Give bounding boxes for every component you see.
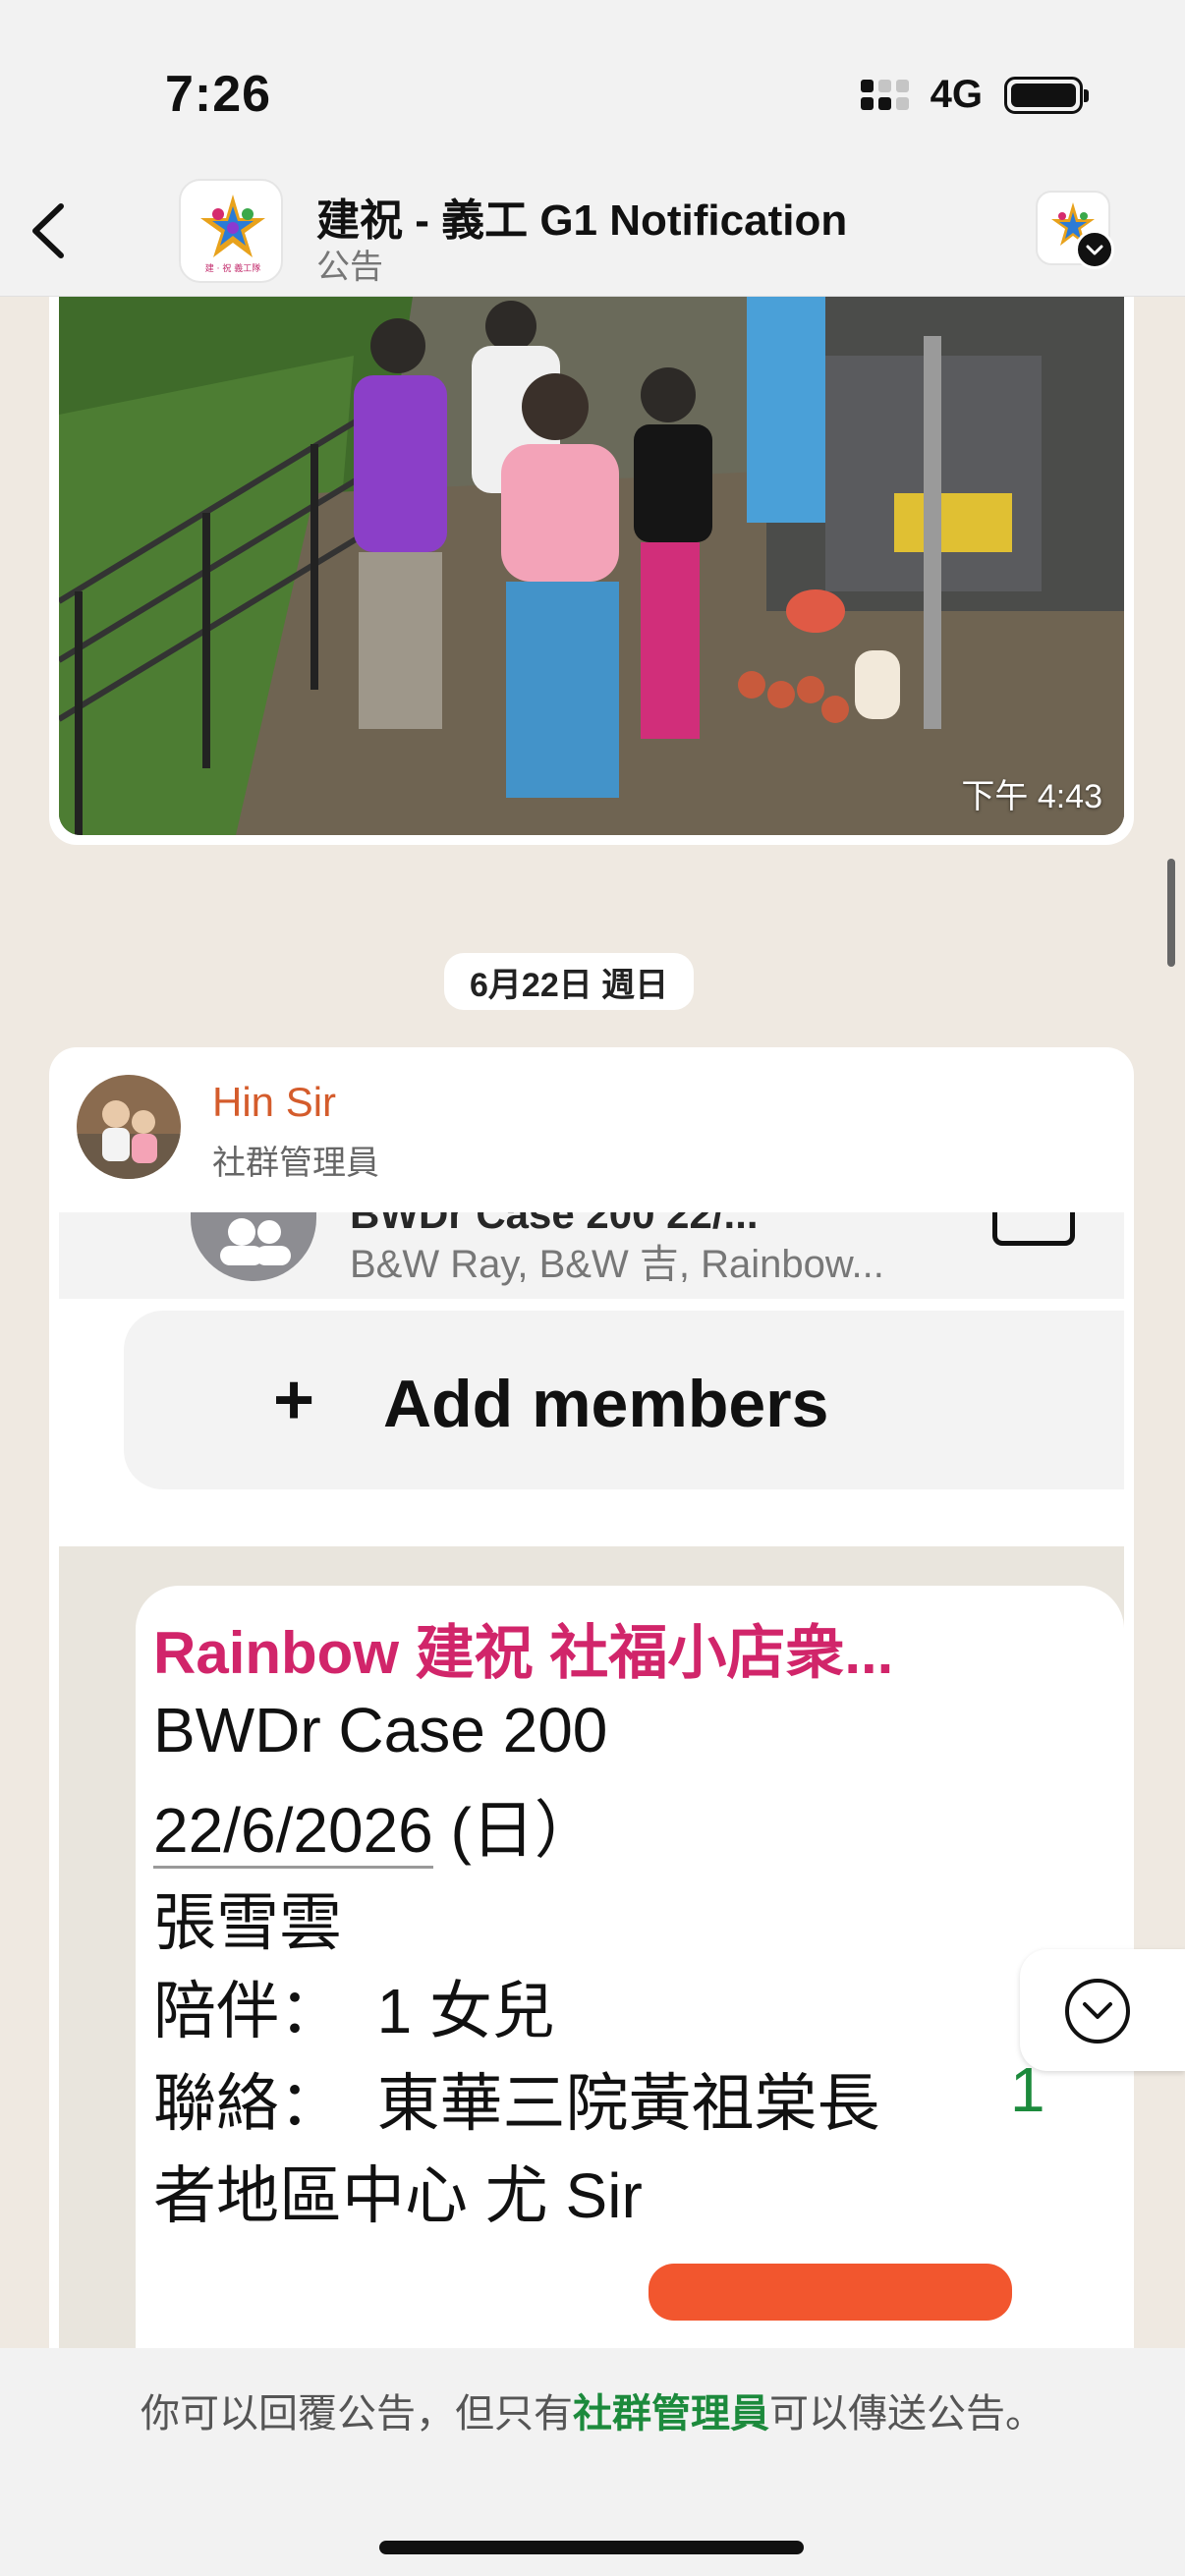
group-logo-icon: 建 · 祝 義工隊 bbox=[200, 195, 265, 274]
screenshot-image[interactable]: BWDr Case 200 22/... B&W Ray, B&W 吉, Rai… bbox=[59, 1212, 1124, 2348]
photo-image[interactable]: 下午 4:43 bbox=[59, 297, 1124, 835]
volunteers-photo bbox=[59, 297, 1124, 835]
note-contact-label: 聯絡： bbox=[153, 2068, 342, 2139]
sender-role: 社群管理員 bbox=[212, 1145, 379, 1182]
group-logo-text: 建 · 祝 義工隊 bbox=[205, 262, 260, 274]
back-chevron-icon bbox=[32, 203, 64, 258]
photo-timestamp: 下午 4:43 bbox=[961, 778, 1102, 815]
announcement-footer: 你可以回覆公告，但只有社群管理員可以傳送公告。 bbox=[0, 2348, 1185, 2576]
message-bubble[interactable]: Hin Sir 社群管理員 BWDr Case 200 22/... B&W R… bbox=[49, 1047, 1134, 2348]
note-contact-value: 東華三院黃祖棠長 bbox=[376, 2068, 880, 2139]
home-indicator[interactable] bbox=[379, 2541, 804, 2554]
back-button[interactable] bbox=[18, 196, 86, 265]
plus-icon: + bbox=[273, 1361, 315, 1439]
battery-icon bbox=[1004, 76, 1089, 114]
status-indicators: 4G bbox=[860, 73, 1089, 117]
scrollbar-thumb[interactable] bbox=[1167, 859, 1175, 967]
note-contact: 聯絡： 東華三院黃祖棠長 bbox=[153, 2053, 880, 2144]
scroll-down-icon bbox=[1065, 1979, 1130, 2044]
community-menu-button[interactable] bbox=[1075, 230, 1114, 269]
people-icon bbox=[191, 1212, 316, 1281]
avatar bbox=[77, 1075, 181, 1179]
note-contact-cont: 者地區中心 尤 Sir bbox=[153, 2160, 643, 2231]
note-case: BWDr Case 200 bbox=[153, 1695, 608, 1765]
video-icon bbox=[992, 1212, 1075, 1246]
note-title: Rainbow 建祝 社福小店衆... bbox=[153, 1620, 894, 1686]
footer-notice: 你可以回覆公告，但只有社群管理員可以傳送公告。 bbox=[0, 2381, 1185, 2438]
photo-message-bubble[interactable]: 下午 4:43 bbox=[49, 297, 1134, 845]
chat-title[interactable]: 建祝 - 義工 G1 Notification bbox=[316, 185, 847, 248]
screenshot-group-members: B&W Ray, B&W 吉, Rainbow... bbox=[350, 1243, 884, 1286]
note-companion: 陪伴： 1 女兒 bbox=[153, 1961, 555, 2051]
footer-text-after: 可以傳送公告。 bbox=[769, 2392, 1044, 2436]
note-name: 張雪雲 bbox=[153, 1887, 342, 1958]
status-time: 7:26 bbox=[165, 66, 272, 123]
chat-header: 建 · 祝 義工隊 建祝 - 義工 G1 Notification 公告 bbox=[0, 167, 1185, 297]
footer-text-before: 你可以回覆公告，但只有 bbox=[141, 2392, 573, 2436]
sender-name[interactable]: Hin Sir bbox=[212, 1079, 336, 1126]
note-date-value: 22/6/2026 bbox=[153, 1795, 433, 1869]
status-bar: 7:26 4G bbox=[0, 0, 1185, 167]
group-avatar[interactable]: 建 · 祝 義工隊 bbox=[179, 179, 283, 283]
chevron-down-icon bbox=[1086, 245, 1103, 255]
redaction-mark bbox=[649, 2264, 1012, 2321]
admin-link[interactable]: 社群管理員 bbox=[573, 2392, 769, 2436]
scroll-to-bottom-button[interactable] bbox=[1020, 1949, 1185, 2071]
signal-icon bbox=[860, 80, 909, 110]
screenshot-group-row: BWDr Case 200 22/... B&W Ray, B&W 吉, Rai… bbox=[59, 1212, 1124, 1299]
network-label: 4G bbox=[930, 73, 983, 116]
chat-subtitle: 公告 bbox=[316, 249, 383, 286]
add-members-label: Add members bbox=[383, 1367, 829, 1441]
note-date-suffix: (日） bbox=[432, 1795, 597, 1866]
date-divider: 6月22日 週日 bbox=[444, 953, 695, 1010]
sender-avatar[interactable] bbox=[77, 1075, 181, 1179]
note-companion-value: 1 女兒 bbox=[376, 1976, 555, 2046]
chat-area[interactable]: 下午 4:43 6月22日 週日 Hin Sir 社群管理員 BWDr Case… bbox=[0, 297, 1185, 2348]
note-companion-label: 陪伴： bbox=[153, 1976, 342, 2046]
note-date: 22/6/2026 (日） bbox=[153, 1780, 597, 1871]
